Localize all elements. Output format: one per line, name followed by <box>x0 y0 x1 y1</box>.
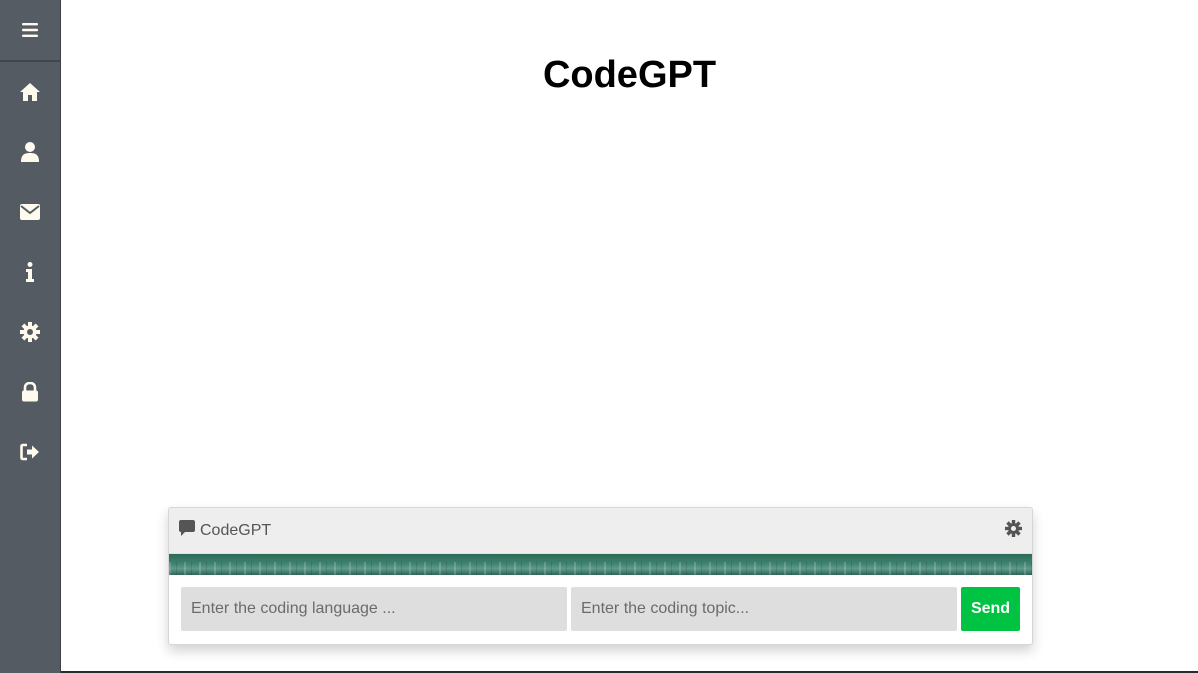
banner-pattern <box>169 562 1032 575</box>
chat-banner-image <box>169 554 1032 575</box>
coding-topic-input[interactable] <box>571 587 957 631</box>
sidebar-item-info[interactable] <box>0 242 60 302</box>
send-button[interactable]: Send <box>961 587 1020 631</box>
hamburger-menu-icon <box>22 23 38 37</box>
sidebar-nav <box>0 62 60 482</box>
chat-title: CodeGPT <box>200 521 272 539</box>
sidebar-item-messages[interactable] <box>0 182 60 242</box>
sidebar-item-security[interactable] <box>0 362 60 422</box>
chat-widget: CodeGPT Send <box>168 507 1033 645</box>
chat-input-row: Send <box>169 575 1032 631</box>
gear-icon <box>20 322 40 342</box>
info-icon <box>25 262 35 282</box>
menu-toggle-button[interactable] <box>0 0 60 62</box>
gear-icon <box>1005 519 1022 542</box>
home-icon <box>19 82 41 102</box>
page-title: CodeGPT <box>542 54 717 96</box>
sidebar-item-profile[interactable] <box>0 122 60 182</box>
sign-out-icon <box>20 443 40 461</box>
sidebar <box>0 0 61 673</box>
chat-title-group: CodeGPT <box>179 520 271 541</box>
sidebar-item-settings[interactable] <box>0 302 60 362</box>
sidebar-item-logout[interactable] <box>0 422 60 482</box>
chat-bubble-icon <box>179 520 195 541</box>
chat-settings-button[interactable] <box>1005 519 1022 542</box>
user-icon <box>21 142 39 162</box>
chat-header: CodeGPT <box>169 508 1032 554</box>
sidebar-item-home[interactable] <box>0 62 60 122</box>
envelope-icon <box>20 204 40 220</box>
lock-icon <box>21 382 39 402</box>
coding-language-input[interactable] <box>181 587 567 631</box>
